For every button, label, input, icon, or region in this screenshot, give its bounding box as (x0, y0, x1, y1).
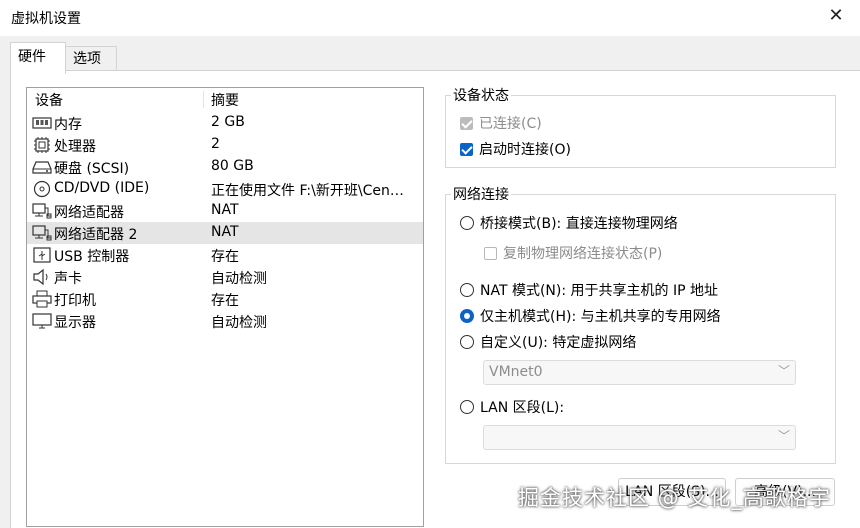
device-summary: 2 GB (211, 114, 245, 130)
lan-segment-radio-dot[interactable] (460, 400, 474, 414)
device-row-display[interactable]: 显示器 自动检测 (27, 310, 423, 332)
device-summary: 正在使用文件 F:\新开班\Cen… (211, 183, 404, 199)
hard-disk-icon (32, 158, 52, 176)
nat-radio-dot[interactable] (460, 283, 474, 297)
host-only-radio-dot[interactable] (460, 309, 474, 323)
device-summary: 80 GB (211, 158, 254, 174)
custom-radio[interactable]: 自定义(U): 特定虚拟网络 (460, 332, 636, 352)
tab-options[interactable]: 选项 (65, 46, 117, 72)
printer-icon (32, 290, 52, 308)
network-connection-group (445, 194, 836, 464)
device-name: CD/DVD (IDE) (54, 180, 150, 196)
watermark: 掘金技术社区 @ 艾化_高歌格宇 (518, 486, 831, 510)
host-only-radio[interactable]: 仅主机模式(H): 与主机共享的专用网络 (460, 306, 721, 326)
device-row-memory[interactable]: 内存 2 GB (27, 112, 423, 134)
network-connection-title: 网络连接 (451, 184, 511, 204)
device-list[interactable]: 设备 摘要 内存 2 GB 处理器 2 硬盘 (SCSI) 80 GB CD/D… (26, 87, 424, 527)
connect-at-power-on-label: 启动时连接(O) (479, 142, 571, 158)
device-summary: 自动检测 (211, 271, 267, 287)
replicate-state-label: 复制物理网络连接状态(P) (503, 246, 663, 262)
list-header: 设备 摘要 (27, 88, 423, 110)
device-name: 声卡 (54, 271, 82, 287)
custom-radio-dot[interactable] (460, 335, 474, 349)
device-name: 网络适配器 2 (54, 227, 138, 243)
device-status-title: 设备状态 (451, 85, 511, 105)
device-row-network-adapter[interactable]: 网络适配器 NAT (27, 200, 423, 222)
connected-label: 已连接(C) (479, 116, 542, 132)
lan-segment-label: LAN 区段(L): (480, 400, 565, 416)
device-name: 打印机 (54, 293, 96, 309)
column-separator[interactable] (203, 91, 204, 108)
connect-at-power-on-checkbox[interactable]: 启动时连接(O) (460, 139, 571, 159)
device-row-hard-disk[interactable]: 硬盘 (SCSI) 80 GB (27, 156, 423, 178)
device-name: USB 控制器 (54, 249, 130, 265)
device-row-sound-card[interactable]: 声卡 自动检测 (27, 266, 423, 288)
nat-label: NAT 模式(N): 用于共享主机的 IP 地址 (480, 283, 718, 299)
column-device[interactable]: 设备 (35, 90, 63, 110)
cd-dvd-icon (32, 180, 52, 198)
processor-icon (32, 136, 52, 154)
bridged-radio-dot[interactable] (460, 216, 474, 230)
device-row-usb-controller[interactable]: USB 控制器 存在 (27, 244, 423, 266)
device-name: 内存 (54, 117, 82, 133)
device-summary: NAT (211, 202, 239, 218)
device-summary: 存在 (211, 249, 239, 265)
device-row-processor[interactable]: 处理器 2 (27, 134, 423, 156)
bridged-label: 桥接模式(B): 直接连接物理网络 (480, 216, 678, 232)
device-row-cd-dvd[interactable]: CD/DVD (IDE) 正在使用文件 F:\新开班\Cen… (27, 178, 423, 200)
device-row-printer[interactable]: 打印机 存在 (27, 288, 423, 310)
title-bar: 虚拟机设置 ✕ (0, 0, 860, 36)
custom-network-select[interactable]: VMnet0 ﹀ (483, 360, 796, 385)
tab-strip: 硬件 选项 (0, 36, 860, 74)
custom-network-value: VMnet0 (489, 364, 543, 380)
connect-at-power-on-box[interactable] (460, 142, 473, 156)
custom-label: 自定义(U): 特定虚拟网络 (480, 335, 637, 351)
nat-radio[interactable]: NAT 模式(N): 用于共享主机的 IP 地址 (460, 280, 718, 300)
device-row-network-adapter-2[interactable]: 网络适配器 2 NAT (27, 222, 423, 244)
device-summary: 2 (211, 136, 220, 152)
device-summary: 自动检测 (211, 315, 267, 331)
network-adapter-icon (32, 202, 52, 220)
connected-checkbox-box[interactable] (460, 116, 473, 130)
close-icon[interactable]: ✕ (824, 4, 848, 28)
device-name: 网络适配器 (54, 205, 124, 221)
chevron-down-icon: ﹀ (777, 429, 790, 443)
connected-checkbox[interactable]: 已连接(C) (460, 113, 542, 133)
network-adapter-icon (32, 224, 52, 242)
device-name: 硬盘 (SCSI) (54, 161, 130, 177)
bridged-radio[interactable]: 桥接模式(B): 直接连接物理网络 (460, 213, 678, 233)
chevron-down-icon: ﹀ (777, 364, 790, 378)
replicate-state-box[interactable] (484, 246, 497, 260)
memory-icon (32, 114, 52, 132)
device-summary: 存在 (211, 293, 239, 309)
device-summary: NAT (211, 224, 239, 240)
window-title: 虚拟机设置 (11, 11, 81, 27)
tab-hardware[interactable]: 硬件 (10, 42, 66, 74)
device-name: 处理器 (54, 139, 96, 155)
replicate-state-checkbox[interactable]: 复制物理网络连接状态(P) (484, 243, 662, 263)
usb-icon (32, 246, 52, 264)
speaker-icon (32, 268, 52, 286)
host-only-label: 仅主机模式(H): 与主机共享的专用网络 (480, 309, 721, 325)
monitor-icon (32, 312, 52, 330)
device-name: 显示器 (54, 315, 96, 331)
lan-segment-radio[interactable]: LAN 区段(L): (460, 397, 564, 417)
column-summary[interactable]: 摘要 (211, 90, 239, 110)
lan-segment-select[interactable]: ﹀ (483, 425, 796, 450)
